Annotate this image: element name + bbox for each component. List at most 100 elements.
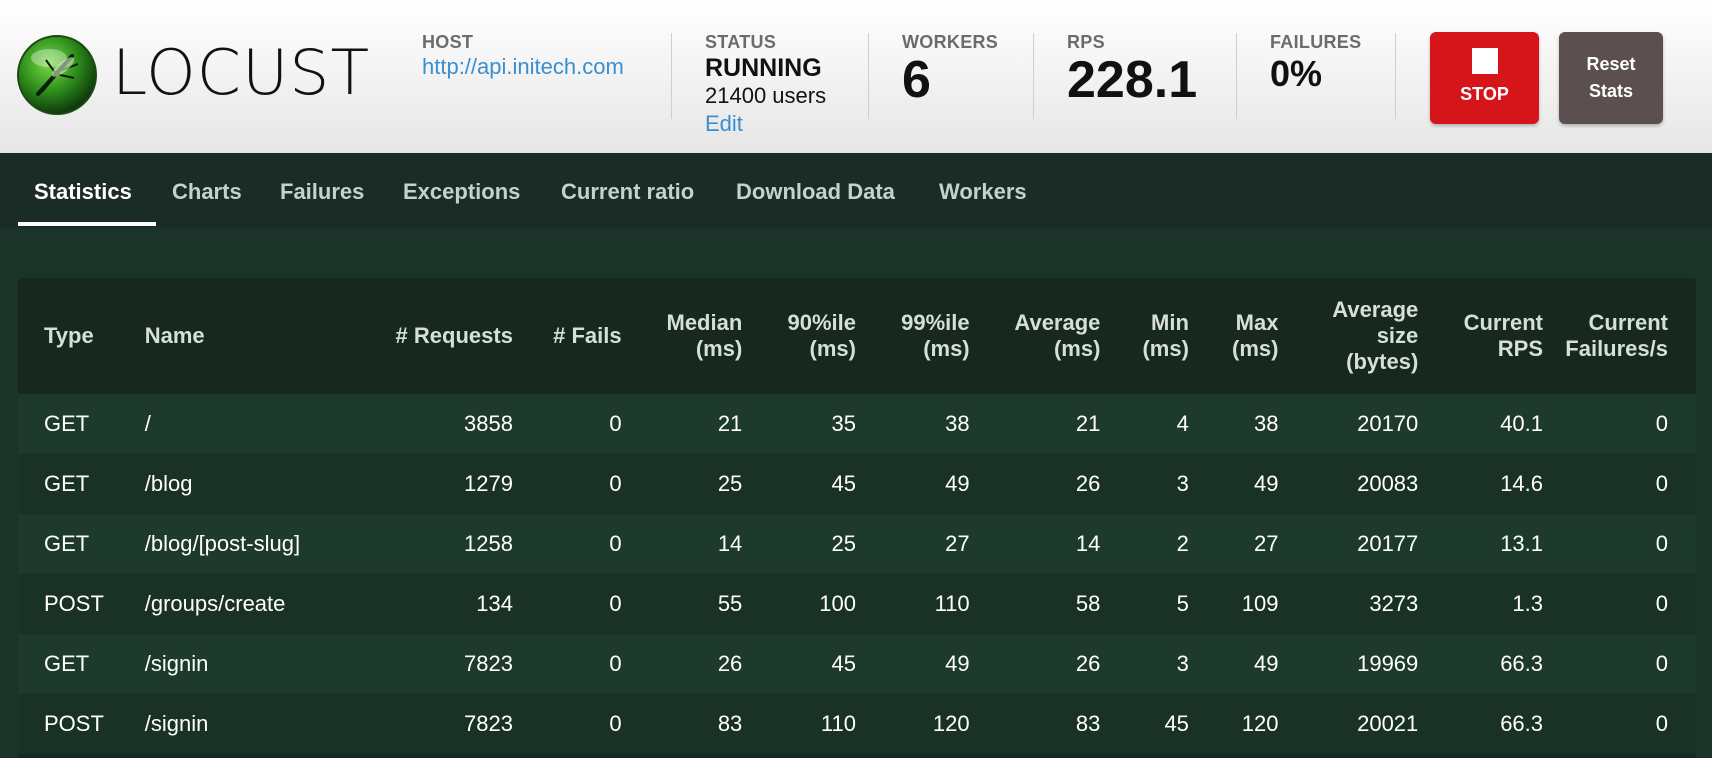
logo-text: LOCUST — [112, 36, 371, 109]
column-header-text: (ms) — [1053, 336, 1101, 361]
cell-avg-size: 3273 — [1369, 591, 1419, 616]
cell-median: 26 — [717, 651, 743, 676]
table-row: GET / 3858 0 21 35 38 21 4 38 20170 40.1 0 — [18, 394, 1696, 454]
tab-workers[interactable]: Workers — [939, 177, 1027, 207]
cell-p99: 120 — [932, 711, 970, 736]
table-row: GET/blog 1279 0 25 45 49 26 3 49 20083 14.6 0 — [18, 454, 1696, 514]
stop-button[interactable]: STOP — [1430, 32, 1539, 124]
cell-requests: 1279 — [463, 471, 513, 496]
column-header-text: Name — [144, 323, 205, 348]
column-header-text: Average — [1014, 310, 1101, 335]
top-header: LOCUST HOST http://api.initech.com STATU… — [0, 0, 1712, 153]
cell-current-rps: 66.3 — [1500, 651, 1544, 676]
table-row: POST/signin 7823 0 83 110 120 83 45 120 20021 66.3… — [18, 694, 1696, 754]
divider — [671, 33, 672, 119]
cell-name: /groups/create — [144, 591, 286, 616]
active-tab-indicator — [18, 222, 156, 226]
failures-section: FAILURES 0% — [1270, 32, 1361, 94]
cell-average: 21 — [1075, 411, 1101, 436]
column-header-p90[interactable]: 90%ile (ms) — [742, 278, 856, 394]
cell-median: 55 — [717, 591, 743, 616]
cell-max: 109 — [1241, 591, 1279, 616]
cell-median: 21 — [717, 411, 743, 436]
user-count: 21400 users — [705, 83, 827, 108]
table-header-row: Type Name # Requests # Fails Median (ms) 90%il… — [18, 278, 1696, 394]
cell-name: /signin — [144, 711, 209, 736]
cell-type: GET — [44, 651, 90, 676]
column-header-max[interactable]: Max (ms) — [1189, 278, 1279, 394]
cell-fails: 0 — [609, 531, 622, 556]
rps-label: RPS — [1067, 32, 1105, 52]
column-header-p99[interactable]: 99%ile (ms) — [856, 278, 970, 394]
tab-current-ratio[interactable]: Current ratio — [561, 177, 694, 207]
tab-statistics[interactable]: Statistics — [34, 177, 132, 207]
column-header-min[interactable]: Min (ms) — [1100, 278, 1188, 394]
tab-download-data[interactable]: Download Data — [736, 177, 895, 207]
column-header-median[interactable]: Median (ms) — [622, 278, 743, 394]
edit-link[interactable]: Edit — [705, 110, 826, 138]
column-header-fails[interactable]: # Fails — [513, 278, 621, 394]
cell-average: 26 — [1075, 651, 1101, 676]
column-header-current-rps[interactable]: Current RPS — [1418, 278, 1543, 394]
status-label: STATUS — [705, 32, 777, 52]
column-header-text: # Requests — [395, 323, 513, 348]
column-header-name[interactable]: Name — [145, 278, 332, 394]
tab-failures[interactable]: Failures — [280, 177, 364, 207]
column-header-current-failures[interactable]: Current Failures/s — [1543, 278, 1696, 394]
divider — [1033, 33, 1034, 119]
cell-requests: 3858 — [463, 411, 513, 436]
cell-avg-size: 20021 — [1357, 711, 1419, 736]
column-header-requests[interactable]: # Requests — [332, 278, 513, 394]
column-header-avg-size[interactable]: Average size (bytes) — [1278, 278, 1418, 394]
tab-exceptions[interactable]: Exceptions — [403, 177, 520, 207]
locust-logo-icon — [17, 35, 97, 115]
column-header-text: RPS — [1497, 336, 1544, 361]
cell-fails: 0 — [609, 471, 622, 496]
column-header-text: 99%ile — [901, 310, 970, 335]
host-link[interactable]: http://api.initech.com — [422, 52, 624, 82]
cell-current-rps: 1.3 — [1512, 591, 1544, 616]
column-header-average[interactable]: Average (ms) — [970, 278, 1101, 394]
cell-p99: 49 — [945, 651, 970, 676]
reset-stats-button[interactable]: Reset Stats — [1559, 32, 1663, 124]
cell-median: 25 — [717, 471, 743, 496]
cell-p90: 45 — [831, 471, 856, 496]
cell-p99: 110 — [934, 591, 970, 616]
reset-label-line1: Reset — [1586, 54, 1636, 74]
cell-avg-size: 20170 — [1357, 411, 1419, 436]
cell-type: POST — [44, 591, 104, 616]
divider — [1395, 33, 1396, 119]
cell-p90: 110 — [820, 711, 856, 736]
tab-charts[interactable]: Charts — [172, 177, 242, 207]
cell-current-rps: 13.1 — [1500, 531, 1544, 556]
column-header-text: (ms) — [1232, 336, 1279, 361]
reset-label-line2: Stats — [1588, 81, 1633, 101]
rps-section: RPS 228.1 — [1067, 32, 1197, 108]
cell-min: 3 — [1176, 471, 1189, 496]
host-label: HOST — [422, 32, 474, 52]
cell-name: / — [144, 411, 151, 436]
column-header-text: Current — [1463, 310, 1544, 335]
cell-requests: 7823 — [463, 651, 513, 676]
rps-value: 228.1 — [1067, 51, 1198, 109]
cell-min: 45 — [1164, 711, 1189, 736]
cell-max: 27 — [1253, 531, 1279, 556]
cell-avg-size: 20177 — [1357, 531, 1419, 556]
stop-label: STOP — [1460, 84, 1509, 104]
cell-p99: 27 — [945, 531, 970, 556]
cell-max: 49 — [1253, 471, 1279, 496]
column-header-text: Average — [1332, 297, 1419, 322]
tab-bar: Statistics Charts Failures Exceptions Cu… — [0, 153, 1712, 228]
table-row: GET/blog/[post-slug] 1258 0 14 25 27 14 2 27 2017… — [18, 514, 1696, 574]
column-header-text: Max — [1235, 310, 1279, 335]
column-header-text: Failures/s — [1565, 336, 1668, 361]
column-header-type[interactable]: Type — [18, 278, 145, 394]
cell-current-failures: 0 — [1655, 591, 1668, 616]
cell-min: 3 — [1176, 651, 1189, 676]
cell-p90: 45 — [831, 651, 856, 676]
cell-requests: 7823 — [463, 711, 513, 736]
cell-p90: 100 — [819, 591, 856, 616]
cell-fails: 0 — [609, 411, 622, 436]
divider — [1236, 33, 1237, 119]
cell-type: GET — [44, 411, 90, 436]
